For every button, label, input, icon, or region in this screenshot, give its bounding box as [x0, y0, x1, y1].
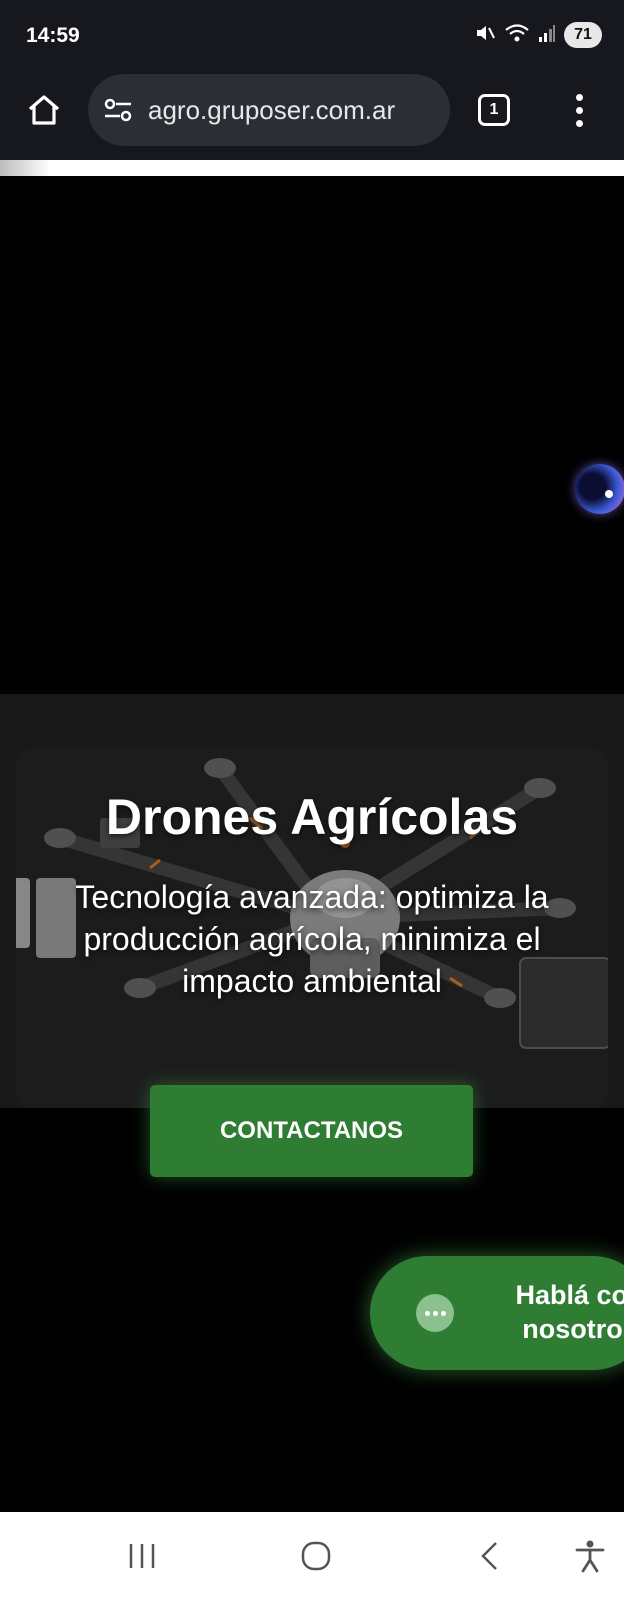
chat-widget-label: Hablá con nosotros [515, 1280, 624, 1344]
accessibility-icon[interactable] [570, 1532, 610, 1580]
chat-icon [416, 1294, 454, 1332]
page-load-progress [0, 160, 624, 176]
wifi-icon [504, 22, 530, 49]
status-icons: 71 [474, 20, 602, 50]
assistant-bubble-icon[interactable] [575, 464, 624, 514]
system-nav-bar [0, 1512, 624, 1600]
contact-button[interactable]: CONTACTANOS [150, 1085, 473, 1177]
url-text[interactable]: agro.gruposer.com.ar [148, 95, 395, 126]
home-icon [26, 92, 62, 133]
home-button[interactable] [22, 90, 66, 134]
status-bar: 14:59 71 [0, 0, 624, 72]
more-icon[interactable] [564, 88, 594, 132]
recents-icon[interactable] [120, 1532, 164, 1580]
tab-count: 1 [489, 101, 499, 118]
browser-toolbar: agro.gruposer.com.ar 1 [0, 72, 624, 160]
hero-subtitle: Tecnología avanzada: optimiza la producc… [75, 879, 549, 999]
tabs-button[interactable]: 1 [478, 94, 510, 126]
mute-icon [474, 22, 496, 49]
chat-widget-button[interactable]: Hablá con nosotros [370, 1256, 624, 1370]
battery-indicator: 71 [564, 22, 602, 48]
back-icon[interactable] [470, 1532, 510, 1580]
signal-icon [538, 23, 556, 48]
page-load-progress-fill [0, 160, 50, 176]
hero-title: Drones Agrícolas [105, 789, 519, 845]
web-page: Drones Agrícolas Tecnología avanzada: op… [0, 176, 624, 1512]
status-time: 14:59 [26, 24, 80, 47]
home-circle-icon[interactable] [294, 1532, 338, 1580]
url-bar[interactable]: agro.gruposer.com.ar [88, 74, 450, 146]
site-info-icon[interactable] [102, 94, 134, 126]
